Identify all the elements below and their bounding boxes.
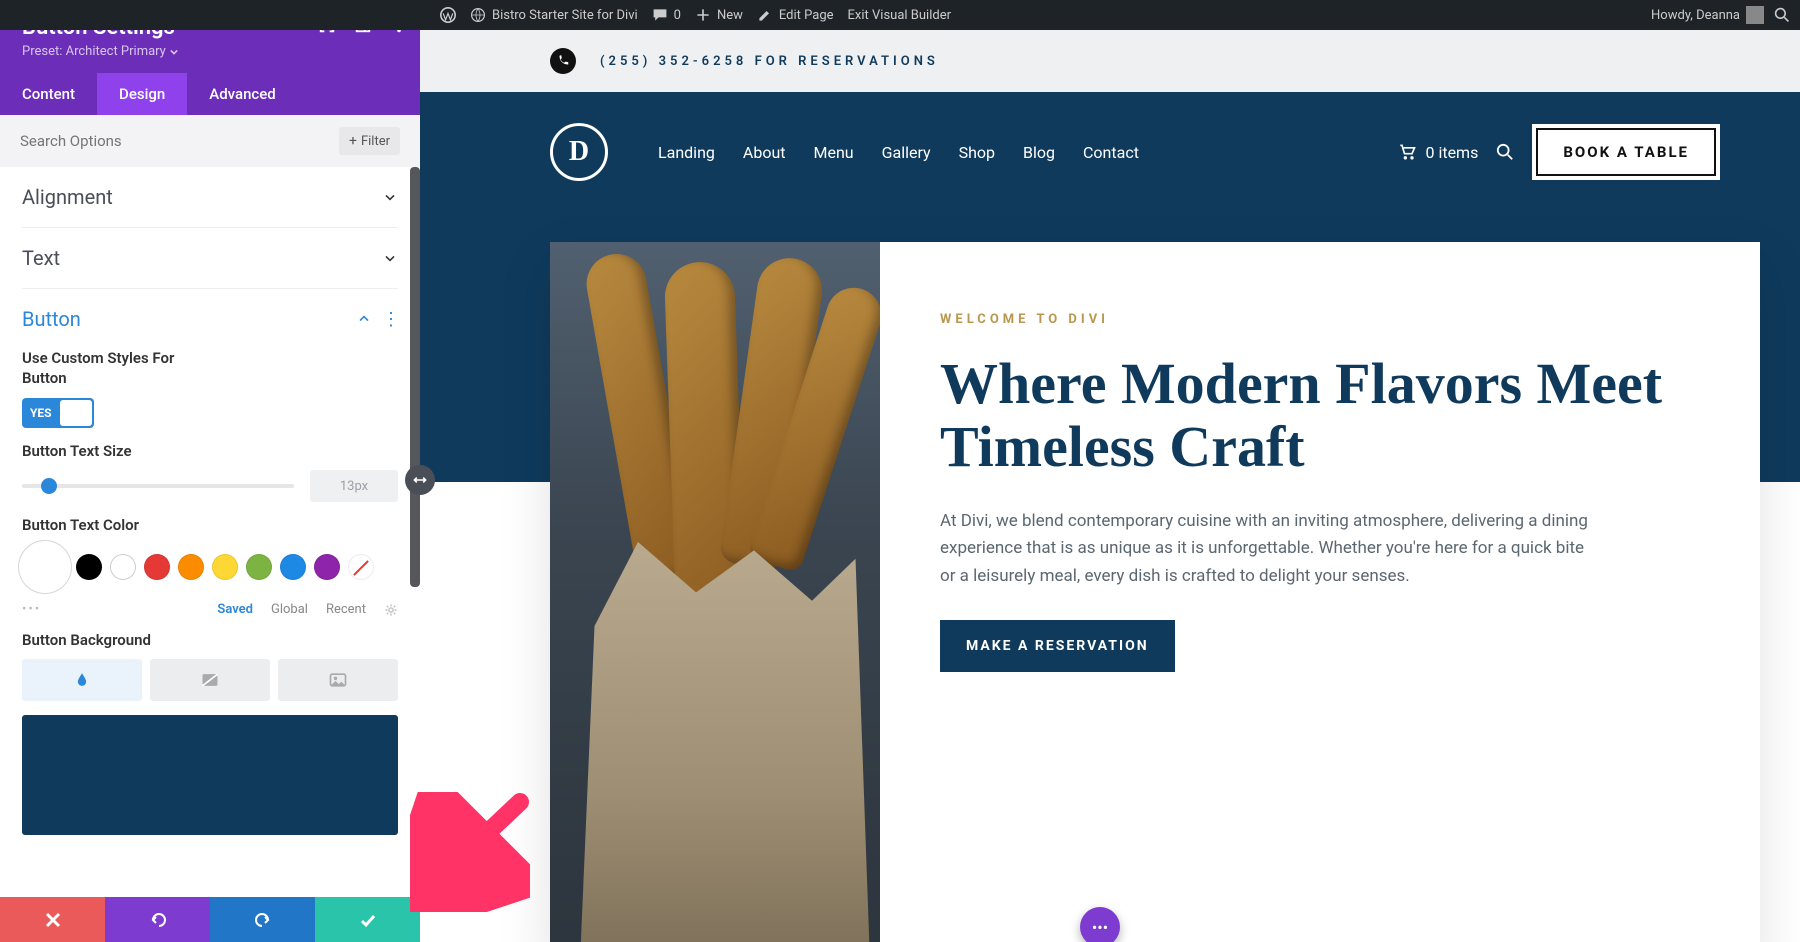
site-name-link[interactable]: Bistro Starter Site for Divi: [470, 7, 638, 23]
undo-button[interactable]: [105, 897, 210, 942]
redo-button[interactable]: [210, 897, 315, 942]
avatar: [1746, 6, 1764, 24]
color-swatch[interactable]: [110, 554, 136, 580]
nav-links: Landing About Menu Gallery Shop Blog Con…: [658, 143, 1139, 162]
nav-link[interactable]: Menu: [814, 143, 854, 162]
top-strip: (255) 352-6258 FOR RESERVATIONS: [420, 30, 1800, 92]
swatch-recent-tab[interactable]: Recent: [326, 602, 366, 617]
tab-advanced[interactable]: Advanced: [187, 73, 420, 115]
preset-selector[interactable]: Preset: Architect Primary: [22, 44, 398, 59]
cancel-button[interactable]: [0, 897, 105, 942]
tab-content[interactable]: Content: [0, 73, 97, 115]
hero-eyebrow: WELCOME TO DIVI: [940, 312, 1700, 327]
chevron-down-icon: [382, 250, 398, 266]
search-row: +Filter: [0, 115, 420, 167]
filter-button[interactable]: +Filter: [339, 127, 400, 155]
swatch-saved-tab[interactable]: Saved: [217, 602, 253, 617]
hero-paragraph: At Divi, we blend contemporary cuisine w…: [940, 508, 1590, 590]
nav-search-icon[interactable]: [1496, 143, 1514, 161]
scrollbar[interactable]: [410, 167, 420, 587]
chevron-up-icon: [356, 311, 372, 327]
greeting[interactable]: Howdy, Deanna: [1651, 6, 1764, 24]
phone-text: (255) 352-6258 FOR RESERVATIONS: [600, 54, 939, 69]
search-input[interactable]: [20, 132, 329, 150]
comments-link[interactable]: 0: [652, 7, 681, 23]
bg-color-preview[interactable]: [22, 715, 398, 835]
field-use-custom-label: Use Custom Styles For Button: [22, 349, 202, 388]
wp-logo-icon[interactable]: [440, 7, 456, 23]
field-bg-label: Button Background: [22, 631, 398, 649]
wp-search-icon[interactable]: [1774, 7, 1790, 23]
panel-resize-handle[interactable]: [405, 465, 435, 495]
color-swatch[interactable]: [246, 554, 272, 580]
new-link[interactable]: New: [695, 7, 743, 23]
color-swatch-none[interactable]: [348, 554, 374, 580]
tab-design[interactable]: Design: [97, 73, 187, 115]
swatch-global-tab[interactable]: Global: [271, 602, 308, 617]
navbar: D Landing About Menu Gallery Shop Blog C…: [420, 117, 1800, 187]
exit-vb-link[interactable]: Exit Visual Builder: [848, 8, 951, 23]
more-swatches-icon[interactable]: •••: [22, 602, 41, 617]
slider-thumb[interactable]: [41, 478, 57, 494]
field-text-size-label: Button Text Size: [22, 442, 398, 460]
gear-icon[interactable]: [384, 603, 398, 617]
cart-link[interactable]: 0 items: [1397, 142, 1478, 162]
section-button[interactable]: Button ⋮: [22, 289, 398, 349]
hero-image: [550, 242, 880, 942]
phone-icon: [550, 48, 576, 74]
color-swatch[interactable]: [314, 554, 340, 580]
section-text[interactable]: Text: [22, 228, 398, 288]
text-size-slider[interactable]: [22, 484, 294, 488]
color-swatch[interactable]: [280, 554, 306, 580]
chevron-down-icon: [382, 189, 398, 205]
nav-link[interactable]: Landing: [658, 143, 715, 162]
save-button[interactable]: [315, 897, 420, 942]
section-more-icon[interactable]: ⋮: [382, 309, 398, 330]
settings-panel: Button Settings Preset: Architect Primar…: [0, 0, 420, 942]
color-swatch-selected[interactable]: [22, 544, 68, 590]
module-options-fab[interactable]: •••: [1080, 907, 1120, 942]
wp-admin-bar: Bistro Starter Site for Divi 0 New Edit …: [0, 0, 1800, 30]
use-custom-toggle[interactable]: YES: [22, 398, 94, 428]
text-size-value[interactable]: 13px: [310, 470, 398, 502]
bg-tab-color[interactable]: [22, 659, 142, 701]
edit-page-link[interactable]: Edit Page: [757, 7, 834, 23]
hero-card: WELCOME TO DIVI Where Modern Flavors Mee…: [550, 242, 1760, 942]
nav-wrap: D Landing About Menu Gallery Shop Blog C…: [420, 92, 1800, 482]
nav-link[interactable]: About: [743, 143, 786, 162]
hero-title: Where Modern Flavors Meet Timeless Craft: [940, 353, 1700, 478]
hero-cta-button[interactable]: MAKE A RESERVATION: [940, 620, 1175, 672]
bg-tab-gradient[interactable]: [150, 659, 270, 701]
page-preview: (255) 352-6258 FOR RESERVATIONS D Landin…: [420, 0, 1800, 942]
nav-link[interactable]: Blog: [1023, 143, 1055, 162]
color-swatch[interactable]: [76, 554, 102, 580]
color-swatch[interactable]: [212, 554, 238, 580]
book-table-button[interactable]: BOOK A TABLE: [1532, 124, 1720, 180]
color-swatches: [22, 544, 398, 590]
color-swatch[interactable]: [144, 554, 170, 580]
toggle-knob: [60, 400, 92, 426]
bg-tab-image[interactable]: [278, 659, 398, 701]
color-swatch[interactable]: [178, 554, 204, 580]
nav-link[interactable]: Shop: [959, 143, 995, 162]
site-logo[interactable]: D: [550, 123, 608, 181]
nav-link[interactable]: Contact: [1083, 143, 1139, 162]
section-alignment[interactable]: Alignment: [22, 167, 398, 227]
panel-footer: [0, 897, 420, 942]
nav-link[interactable]: Gallery: [882, 143, 931, 162]
field-text-color-label: Button Text Color: [22, 516, 398, 534]
